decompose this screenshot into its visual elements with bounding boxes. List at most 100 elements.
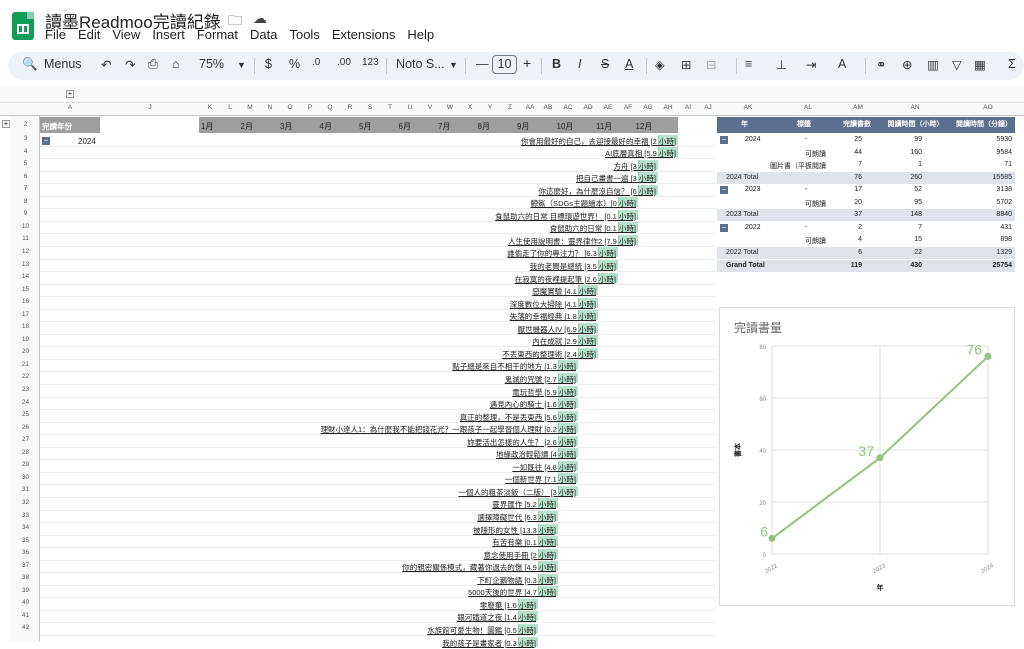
insert-comment-icon[interactable]: ⊕ — [902, 57, 912, 72]
collapse-year-icon[interactable]: − — [720, 186, 728, 195]
row-number[interactable]: 27 — [11, 436, 40, 443]
row-number[interactable]: 33 — [11, 512, 40, 519]
row-number[interactable]: 24 — [11, 399, 40, 406]
bold-button[interactable]: B — [552, 57, 561, 71]
pivot-year[interactable]: Grand Total — [726, 262, 765, 269]
pivot-minutes[interactable]: 71 — [1004, 161, 1012, 168]
row-number[interactable]: 16 — [11, 298, 40, 305]
pivot-count[interactable]: 119 — [851, 262, 862, 269]
star-icon[interactable]: ☆ — [204, 10, 217, 27]
pivot-hours[interactable]: 7 — [918, 224, 922, 231]
pivot-count[interactable]: 2 — [858, 224, 862, 231]
pivot-minutes[interactable]: 1329 — [996, 249, 1012, 256]
pivot-hours[interactable]: 430 — [910, 262, 922, 269]
row-number[interactable]: 35 — [11, 537, 40, 544]
vertical-align-icon[interactable]: ⊥ — [776, 57, 787, 72]
pivot-minutes[interactable]: 898 — [1000, 236, 1012, 243]
pivot-year[interactable]: 2023 Total — [726, 211, 758, 218]
increase-decimal-button[interactable]: .00 — [337, 57, 351, 68]
book-title-link[interactable]: 我的孩子是畫家者 [0.3 小時] — [442, 638, 536, 649]
row-number[interactable]: 23 — [11, 386, 40, 393]
expand-rows-icon[interactable]: + — [2, 120, 10, 128]
column-header-ag[interactable]: AG — [638, 104, 658, 111]
expand-group-icon[interactable]: + — [66, 90, 74, 98]
pivot-count[interactable]: 76 — [854, 174, 862, 181]
column-header-s[interactable]: S — [360, 104, 380, 111]
column-header-t[interactable]: T — [380, 104, 400, 111]
row-number[interactable]: 10 — [11, 223, 40, 230]
pivot-tag[interactable]: 可朗讀 — [805, 236, 826, 246]
row-number[interactable]: 18 — [11, 323, 40, 330]
column-header-af[interactable]: AF — [618, 104, 638, 111]
line-chart[interactable]: 完讀書量 0 20 40 60 80 2022 2023 2024 年 書本 6 37 76 — [719, 307, 1015, 606]
pivot-header[interactable]: 閱讀時間（分鐘） — [953, 117, 1015, 133]
pivot-minutes[interactable]: 3138 — [996, 186, 1012, 193]
row-number[interactable]: 30 — [11, 474, 40, 481]
pivot-header[interactable]: 標籤 — [772, 117, 836, 133]
pivot-hours[interactable]: 52 — [914, 186, 922, 193]
menu-item-tools[interactable]: Tools — [283, 27, 325, 42]
column-header-aa[interactable]: AA — [520, 104, 540, 111]
strikethrough-icon[interactable]: S — [601, 57, 609, 71]
pivot-count[interactable]: 4 — [858, 236, 862, 243]
pivot-header[interactable]: 完讀書數 — [836, 117, 878, 133]
borders-icon[interactable]: ⊞ — [681, 57, 691, 72]
column-header-w[interactable]: W — [440, 104, 460, 111]
row-number[interactable]: 3 — [11, 135, 40, 142]
insert-link-icon[interactable]: ⚭ — [876, 57, 886, 72]
row-number[interactable]: 38 — [11, 574, 40, 581]
column-header-ad[interactable]: AD — [578, 104, 598, 111]
pivot-minutes[interactable]: 5702 — [996, 199, 1012, 206]
pivot-count[interactable]: 6 — [858, 249, 862, 256]
pivot-year[interactable]: 2024 Total — [726, 174, 758, 181]
column-header-ab[interactable]: AB — [538, 104, 558, 111]
column-header-aj[interactable]: AJ — [698, 104, 718, 111]
column-header-ac[interactable]: AC — [558, 104, 578, 111]
column-header-n[interactable]: N — [260, 104, 280, 111]
row-number[interactable]: 37 — [11, 562, 40, 569]
column-header-z[interactable]: Z — [500, 104, 520, 111]
collapse-year-icon[interactable]: − — [42, 137, 50, 145]
column-header-j[interactable]: J — [140, 104, 160, 111]
row-number[interactable]: 4 — [11, 148, 40, 155]
font-size-decrease-icon[interactable]: — — [476, 57, 489, 71]
pivot-hours[interactable]: 148 — [910, 211, 922, 218]
pivot-tag[interactable]: - — [805, 136, 807, 143]
pivot-minutes[interactable]: 25754 — [993, 262, 1012, 269]
row-number[interactable]: 41 — [11, 612, 40, 619]
pivot-hours[interactable]: 95 — [914, 199, 922, 206]
currency-button[interactable]: $ — [265, 57, 272, 71]
pivot-hours[interactable]: 1 — [918, 161, 922, 168]
pivot-count[interactable]: 20 — [854, 199, 862, 206]
merge-cells-icon[interactable]: ⊟ — [706, 57, 716, 72]
menu-item-extensions[interactable]: Extensions — [326, 27, 402, 42]
row-number[interactable]: 15 — [11, 286, 40, 293]
functions-button[interactable]: Σ — [1008, 57, 1016, 71]
column-header-a[interactable]: A — [60, 104, 80, 111]
column-header-ak[interactable]: AK — [738, 104, 758, 111]
pivot-count[interactable]: 7 — [858, 161, 862, 168]
pivot-count[interactable]: 37 — [854, 211, 862, 218]
column-header-ao[interactable]: AO — [978, 104, 998, 111]
pivot-tag[interactable]: 可朗讀 — [805, 199, 826, 209]
pivot-year[interactable]: 2024 — [745, 136, 761, 143]
row-number[interactable]: 5 — [11, 160, 40, 167]
row-number[interactable]: 19 — [11, 336, 40, 343]
row-number[interactable]: 6 — [11, 173, 40, 180]
text-wrap-icon[interactable]: ⇥ — [806, 57, 816, 72]
pivot-hours[interactable]: 160 — [910, 149, 922, 156]
filter-views-icon[interactable]: ▦ — [974, 57, 986, 72]
undo-icon[interactable]: ↶ — [101, 57, 111, 72]
print-icon[interactable]: ⎙ — [148, 57, 158, 72]
row-number[interactable]: 25 — [11, 411, 40, 418]
menu-item-edit[interactable]: Edit — [72, 27, 106, 42]
row-number[interactable]: 13 — [11, 261, 40, 268]
column-header-al[interactable]: AL — [798, 104, 818, 111]
italic-button[interactable]: I — [578, 57, 581, 71]
menu-item-format[interactable]: Format — [191, 27, 244, 42]
pivot-minutes[interactable]: 431 — [1000, 224, 1012, 231]
pivot-tag[interactable]: - — [805, 224, 807, 231]
row-number[interactable]: 12 — [11, 248, 40, 255]
pivot-header[interactable]: 年 — [717, 117, 772, 133]
row-number[interactable]: 26 — [11, 424, 40, 431]
